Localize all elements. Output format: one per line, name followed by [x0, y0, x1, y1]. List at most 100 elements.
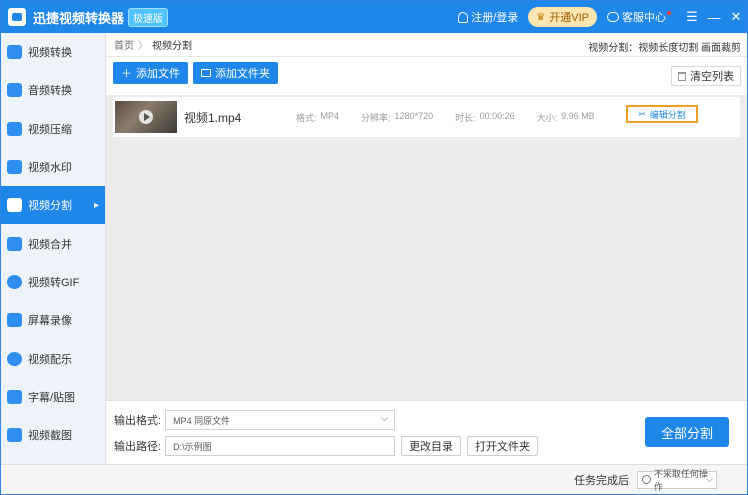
vip-label: 开通VIP: [549, 12, 589, 24]
folder-icon: [201, 69, 211, 77]
change-directory-button[interactable]: 更改目录: [401, 436, 462, 456]
sidebar-item-label: 视频分割: [28, 200, 72, 213]
gif-icon: [7, 274, 22, 289]
ban-icon: [642, 475, 651, 484]
sidebar-item-label: 视频转换: [28, 47, 72, 60]
clear-list-label: 清空列表: [690, 71, 734, 83]
format-label: 格式:: [296, 112, 317, 123]
app-logo-icon: [8, 8, 26, 26]
sidebar-item-video-compress[interactable]: 视频压缩: [1, 110, 105, 148]
sidebar-item-video-watermark[interactable]: 视频水印: [1, 148, 105, 186]
output-format-label: 输出格式:: [114, 415, 162, 427]
title-bar: 迅捷视频转换器 极速版 注册/登录 ♛ 开通VIP 客服中心 ☰ — ✕: [1, 1, 747, 33]
sidebar-item-audio-convert[interactable]: 音频转换: [1, 71, 105, 109]
music-icon: [7, 351, 22, 366]
breadcrumb-current: 视频分割: [152, 41, 192, 52]
file-name: 视频1.mp4: [184, 110, 242, 125]
sidebar-item-video-screenshot[interactable]: 视频截图: [1, 416, 105, 454]
video-split-icon: [7, 198, 22, 213]
output-format-row: 输出格式: MP4 同原文件 ⌵: [114, 410, 396, 430]
trash-icon: [678, 71, 686, 81]
sidebar-item-label: 视频合并: [28, 238, 72, 251]
chat-icon: [607, 12, 619, 22]
chevron-down-icon: ⌵: [706, 473, 713, 484]
sidebar: 视频转换 音频转换 视频压缩 视频水印 视频分割 视频合并 视频转GIF 屏幕: [1, 33, 106, 464]
output-settings: 输出格式: MP4 同原文件 ⌵ 输出路径: D:\示例图 更改目录 打开文件夹…: [106, 400, 747, 464]
output-format-value: MP4 同原文件: [173, 415, 231, 426]
status-bar: 任务完成后 不采取任何操作 ⌵: [1, 464, 747, 494]
app-title: 迅捷视频转换器: [33, 10, 125, 26]
menu-button[interactable]: ☰: [681, 1, 703, 33]
sidebar-item-label: 屏幕录像: [28, 315, 72, 328]
file-meta: 格式: MP4 分辨率: 1280*720 时长: 00:00:26 大小: 9…: [296, 111, 617, 124]
add-file-label: 添加文件: [136, 68, 180, 80]
clear-list-button[interactable]: 清空列表: [671, 66, 741, 86]
sidebar-item-video-merge[interactable]: 视频合并: [1, 224, 105, 262]
add-folder-label: 添加文件夹: [215, 68, 270, 80]
sidebar-item-video-split[interactable]: 视频分割: [1, 186, 105, 225]
main-panel: 首页 〉 视频分割 视频分割：视频长度切割 画面裁剪 ＋ 添加文件 添加文件夹 …: [106, 33, 747, 464]
after-task-label: 任务完成后: [574, 474, 629, 487]
close-button[interactable]: ✕: [725, 1, 747, 33]
edit-split-label: 编辑分割: [649, 109, 686, 120]
sidebar-item-video-convert[interactable]: 视频转换: [1, 33, 105, 71]
sidebar-item-label: 视频转GIF: [28, 276, 80, 289]
sidebar-item-screen-record[interactable]: 屏幕录像: [1, 301, 105, 339]
plus-icon: ＋: [121, 68, 132, 80]
sidebar-item-video-to-gif[interactable]: 视频转GIF: [1, 263, 105, 301]
video-watermark-icon: [7, 160, 22, 175]
chevron-down-icon: ⌵: [380, 413, 389, 424]
edit-split-button[interactable]: ✂ 编辑分割: [626, 105, 698, 123]
notification-dot: [667, 11, 671, 15]
service-label: 客服中心: [622, 12, 666, 24]
feature-description: 视频分割：视频长度切割 画面裁剪: [588, 43, 741, 54]
app-window: 迅捷视频转换器 极速版 注册/登录 ♛ 开通VIP 客服中心 ☰ — ✕ 视频转…: [0, 0, 748, 495]
add-folder-button[interactable]: 添加文件夹: [193, 62, 278, 84]
sidebar-item-label: 视频压缩: [28, 123, 72, 136]
minimize-button[interactable]: —: [703, 1, 725, 33]
breadcrumb-home[interactable]: 首页: [114, 37, 134, 52]
sidebar-item-label: 视频水印: [28, 162, 72, 175]
service-center-link[interactable]: 客服中心: [607, 9, 671, 25]
split-all-button[interactable]: 全部分割: [645, 417, 729, 447]
video-thumbnail[interactable]: [115, 101, 177, 133]
open-folder-button[interactable]: 打开文件夹: [467, 436, 539, 456]
screenshot-icon: [7, 428, 22, 443]
output-path-row: 输出路径: D:\示例图 更改目录 打开文件夹: [114, 436, 539, 456]
sidebar-item-label: 视频截图: [28, 430, 72, 443]
video-merge-icon: [7, 236, 22, 251]
duration-value: 00:00:26: [479, 110, 515, 121]
output-path-value: D:\示例图: [173, 441, 212, 452]
crown-icon: ♛: [536, 11, 546, 23]
audio-convert-icon: [7, 83, 22, 98]
output-path-field[interactable]: D:\示例图: [165, 436, 396, 456]
play-icon[interactable]: [139, 110, 153, 124]
sidebar-item-label: 音频转换: [28, 85, 72, 98]
breadcrumb-separator: 〉: [138, 41, 148, 52]
sidebar-item-subtitle-sticker[interactable]: 字幕/贴图: [1, 378, 105, 416]
resolution-value: 1280*720: [394, 110, 434, 121]
after-task-select[interactable]: 不采取任何操作 ⌵: [637, 469, 717, 492]
video-compress-icon: [7, 121, 22, 136]
sidebar-item-label: 字幕/贴图: [28, 391, 76, 404]
vip-button[interactable]: ♛ 开通VIP: [528, 7, 597, 27]
file-list: 视频1.mp4 格式: MP4 分辨率: 1280*720 时长: 00:00:…: [106, 95, 747, 400]
output-format-select[interactable]: MP4 同原文件 ⌵: [165, 410, 396, 430]
duration-label: 时长:: [455, 112, 476, 123]
sidebar-item-video-music[interactable]: 视频配乐: [1, 339, 105, 377]
add-file-button[interactable]: ＋ 添加文件: [113, 62, 188, 84]
size-value: 9.96 MB: [561, 110, 595, 121]
file-row[interactable]: 视频1.mp4 格式: MP4 分辨率: 1280*720 时长: 00:00:…: [113, 97, 740, 137]
login-link[interactable]: 注册/登录: [458, 9, 518, 25]
format-value: MP4: [320, 110, 340, 121]
user-icon: [458, 11, 469, 23]
subtitle-icon: [7, 389, 22, 404]
toolbar: ＋ 添加文件 添加文件夹: [106, 57, 747, 89]
login-label: 注册/登录: [471, 12, 519, 24]
sidebar-item-label: 视频配乐: [28, 353, 72, 366]
resolution-label: 分辨率:: [361, 112, 391, 123]
video-convert-icon: [7, 45, 22, 60]
scissors-icon: ✂: [638, 108, 646, 119]
size-label: 大小:: [536, 112, 558, 123]
edition-badge: 极速版: [128, 7, 169, 27]
